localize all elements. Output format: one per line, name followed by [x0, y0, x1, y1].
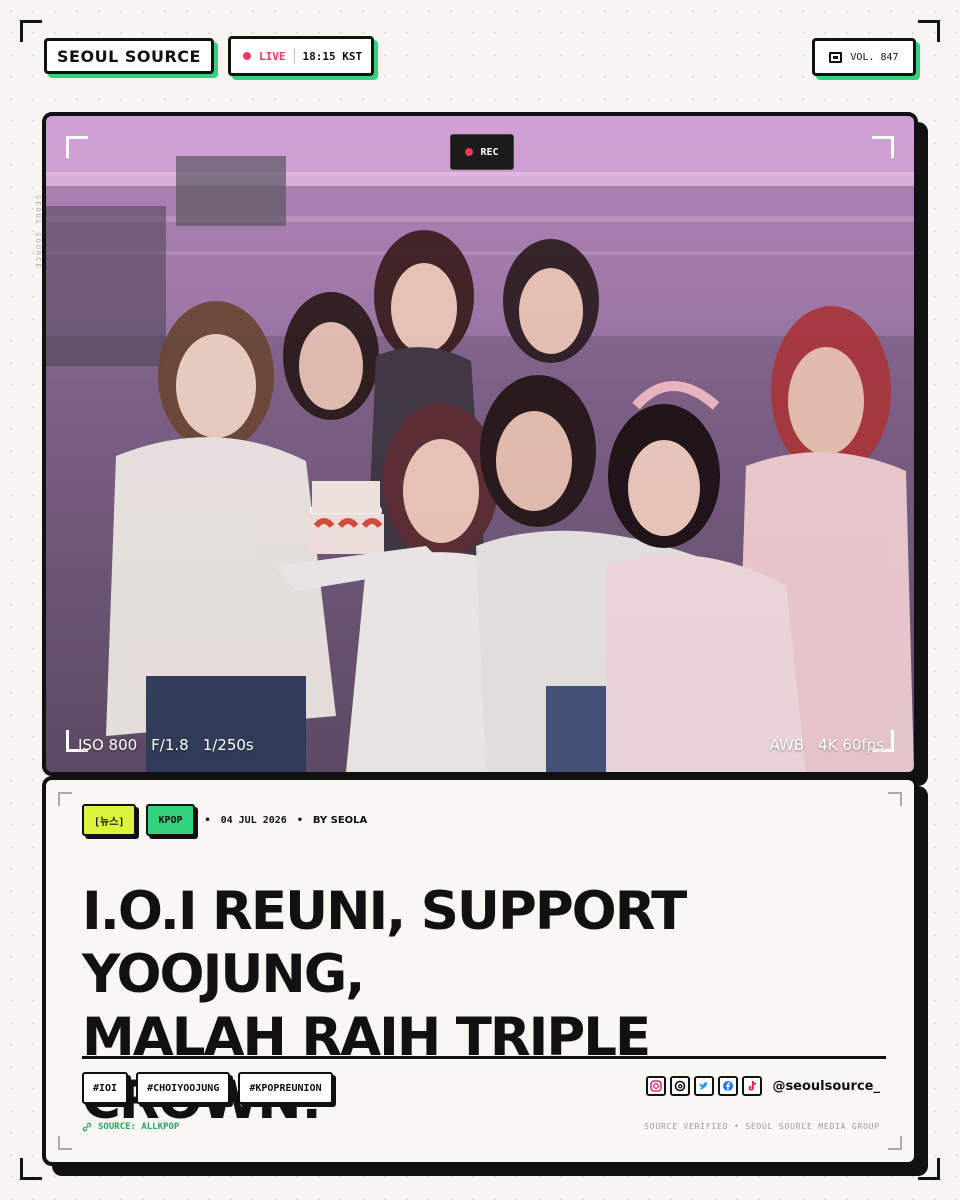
link-icon	[82, 1122, 92, 1132]
record-dot-icon	[465, 148, 474, 156]
byline: BY SEOLA	[312, 814, 368, 826]
article-meta: [뉴스] KPOP • 04 JUL 2026 • BY SEOLA	[82, 804, 367, 836]
camera-settings-right: AWB 4K 60fps	[770, 736, 884, 754]
newspaper-icon	[829, 51, 843, 63]
rec-indicator: REC	[450, 134, 514, 170]
card-corner-bottom-right	[888, 1136, 902, 1150]
live-badge: LIVE 18:15 KST	[228, 36, 374, 76]
frame-corner-bottom-left	[20, 1158, 42, 1180]
frame-corner-top-right	[918, 20, 940, 42]
card-corner-top-left	[58, 792, 72, 806]
twitter-icon[interactable]	[694, 1076, 715, 1096]
meta-bullet: •	[296, 814, 303, 826]
resolution-readout: 4K 60fps	[818, 736, 884, 754]
live-time: 18:15 KST	[302, 49, 363, 63]
frame-corner-top-left	[20, 20, 42, 42]
social-links: @seoulsource_	[646, 1076, 880, 1096]
article-card: [뉴스] KPOP • 04 JUL 2026 • BY SEOLA I.O.I…	[42, 776, 918, 1166]
tiktok-icon[interactable]	[742, 1076, 763, 1096]
card-corner-bottom-left	[58, 1136, 72, 1150]
white-balance-readout: AWB	[769, 736, 805, 754]
rec-label: REC	[480, 146, 499, 158]
camera-settings-left: ISO 800 F/1.8 1/250s	[78, 736, 254, 754]
divider-rule	[82, 1056, 886, 1059]
brand-logo[interactable]: SEOUL SOURCE	[44, 38, 214, 74]
shutter-readout: 1/250s	[202, 736, 254, 754]
live-divider	[293, 49, 295, 63]
photo-illustration	[46, 116, 914, 772]
live-label: LIVE	[259, 49, 286, 63]
publish-date: 04 JUL 2026	[220, 814, 287, 826]
hashtag-chip[interactable]: #KPOPREUNION	[238, 1072, 333, 1104]
aperture-readout: F/1.8	[151, 736, 189, 754]
headline-line-1: I.O.I REUNI, SUPPORT YOOJUNG,	[82, 881, 687, 1005]
category-tag[interactable]: [뉴스]	[82, 804, 137, 836]
topic-tag[interactable]: KPOP	[146, 804, 195, 836]
hashtag-chip[interactable]: #IOI	[82, 1072, 129, 1104]
facebook-icon[interactable]	[718, 1076, 739, 1096]
volume-label: VOL. 847	[850, 51, 899, 63]
card-corner-top-right	[888, 792, 902, 806]
meta-bullet: •	[204, 814, 211, 826]
viewfinder-corner-top-left	[66, 136, 88, 158]
source-label: SOURCE: ALLKPOP	[98, 1122, 180, 1132]
source-link[interactable]: SOURCE: ALLKPOP	[82, 1122, 179, 1132]
volume-badge: VOL. 847	[812, 38, 916, 76]
verification-footnote: SOURCE VERIFIED • SEOUL SOURCE MEDIA GRO…	[644, 1122, 880, 1131]
hashtag-chip[interactable]: #CHOIYOOJUNG	[136, 1072, 231, 1104]
live-dot-icon	[243, 52, 251, 60]
social-handle[interactable]: @seoulsource_	[772, 1079, 880, 1094]
hashtag-list: #IOI #CHOIYOOJUNG #KPOPREUNION	[82, 1072, 333, 1104]
instagram-icon[interactable]	[646, 1076, 667, 1096]
hero-photo[interactable]: REC ISO 800 F/1.8 1/250s AWB 4K 60fps	[42, 112, 918, 776]
headline-line-2: MALAH RAIH TRIPLE CROWN!	[82, 1007, 651, 1131]
side-watermark: SEOUL SOURCE	[34, 195, 42, 270]
iso-readout: ISO 800	[78, 736, 138, 754]
threads-icon[interactable]	[670, 1076, 691, 1096]
viewfinder-corner-top-right	[872, 136, 894, 158]
